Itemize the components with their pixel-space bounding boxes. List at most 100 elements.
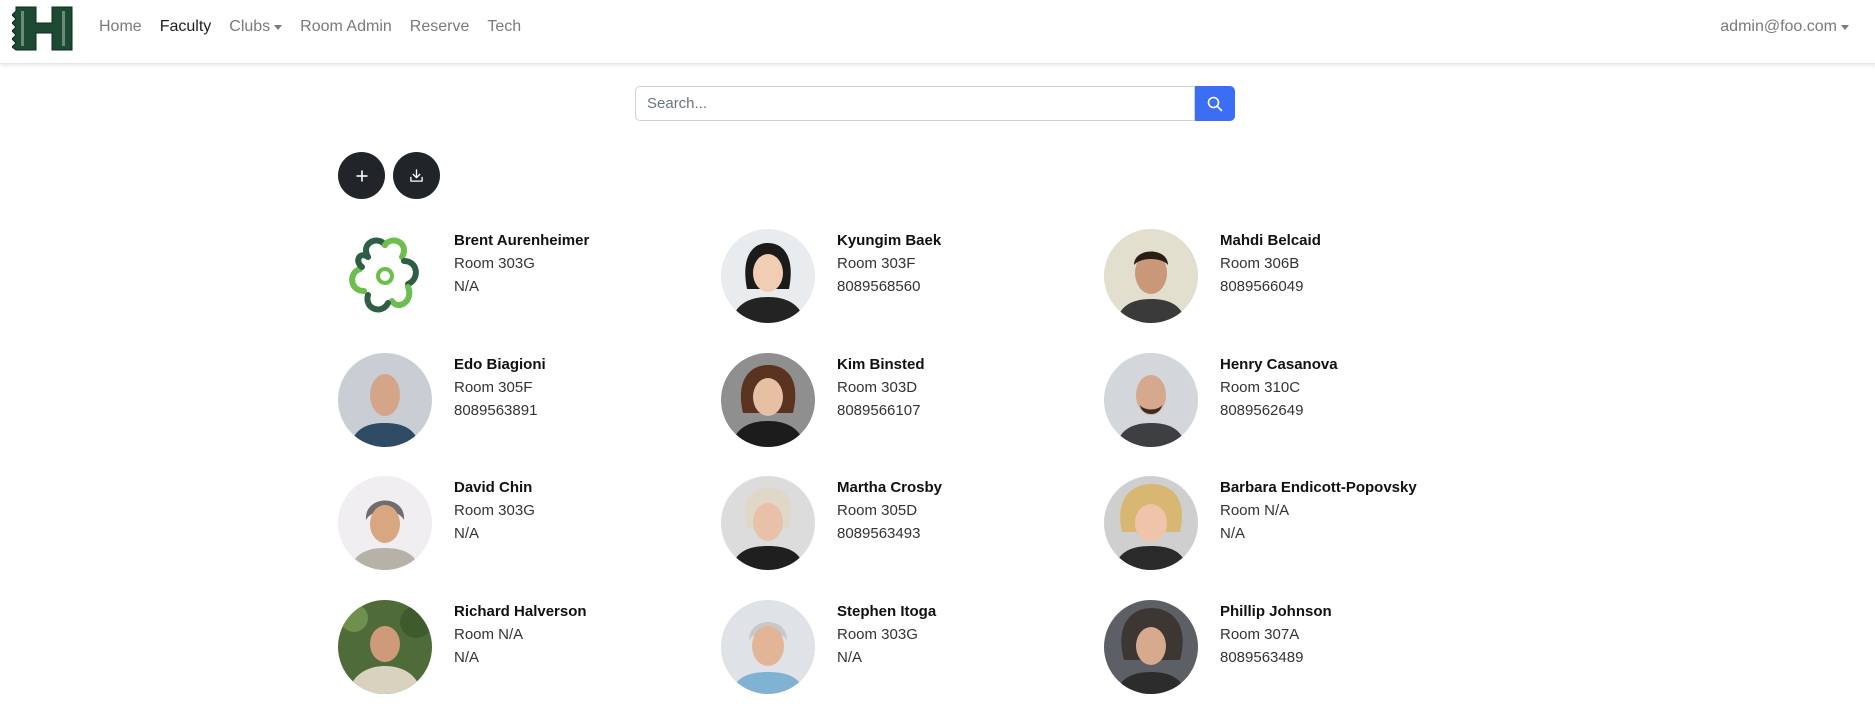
nav-item-home[interactable]: Home	[99, 18, 142, 36]
faculty-card[interactable]: Martha Crosby Room 305D 8089563493	[721, 476, 1101, 572]
avatar	[721, 353, 815, 447]
flower-logo-icon	[349, 237, 419, 313]
faculty-info: Martha Crosby Room 305D 8089563493	[837, 479, 942, 548]
faculty-phone: N/A	[1220, 525, 1246, 542]
faculty-phone: N/A	[454, 649, 480, 666]
faculty-info: David Chin Room 303G N/A	[454, 479, 535, 548]
faculty-name: Phillip Johnson	[1220, 603, 1332, 620]
person-photo	[721, 476, 815, 570]
person-photo	[338, 600, 432, 694]
faculty-name: Richard Halverson	[454, 603, 587, 620]
faculty-card[interactable]: David Chin Room 303G N/A	[338, 476, 718, 572]
person-photo	[721, 353, 815, 447]
faculty-card[interactable]: Henry Casanova Room 310C 8089562649	[1104, 353, 1484, 449]
plus-icon	[356, 170, 367, 181]
nav-item-reserve[interactable]: Reserve	[410, 18, 470, 36]
avatar	[1104, 600, 1198, 694]
faculty-card[interactable]: Brent Aurenheimer Room 303G N/A	[338, 229, 718, 325]
faculty-phone: 8089563489	[1220, 649, 1304, 666]
nav-item-label: Reserve	[409, 18, 470, 35]
faculty-card[interactable]: Kyungim Baek Room 303F 8089568560	[721, 229, 1101, 325]
faculty-card[interactable]: Stephen Itoga Room 303G N/A	[721, 600, 1101, 696]
nav-item-label: Clubs	[229, 18, 271, 35]
faculty-card[interactable]: Mahdi Belcaid Room 306B 8089566049	[1104, 229, 1484, 325]
caret-down-icon	[274, 24, 283, 30]
person-photo	[1104, 476, 1198, 570]
download-button[interactable]	[393, 152, 440, 199]
faculty-phone: 8089563891	[454, 402, 538, 419]
avatar	[338, 600, 432, 694]
add-faculty-button[interactable]	[338, 152, 385, 199]
user-email: admin@foo.com	[1720, 18, 1837, 35]
faculty-info: Mahdi Belcaid Room 306B 8089566049	[1220, 232, 1321, 301]
faculty-room: Room 303D	[837, 379, 918, 396]
faculty-phone: N/A	[837, 649, 863, 666]
faculty-phone: 8089563493	[837, 525, 921, 542]
faculty-name: Barbara Endicott-Popovsky	[1220, 479, 1417, 496]
nav-item-clubs[interactable]: Clubs	[229, 18, 283, 36]
faculty-phone: 8089568560	[837, 278, 921, 295]
faculty-room: Room 303G	[454, 502, 535, 519]
nav-item-room-admin[interactable]: Room Admin	[300, 18, 392, 36]
faculty-name: Brent Aurenheimer	[454, 232, 590, 249]
faculty-info: Kyungim Baek Room 303F 8089568560	[837, 232, 941, 301]
faculty-phone: 8089562649	[1220, 402, 1304, 419]
faculty-name: Henry Casanova	[1220, 356, 1338, 373]
faculty-room: Room 303G	[837, 626, 918, 643]
person-photo	[1104, 600, 1198, 694]
faculty-info: Phillip Johnson Room 307A 8089563489	[1220, 603, 1332, 672]
faculty-phone: N/A	[454, 525, 480, 542]
faculty-info: Brent Aurenheimer Room 303G N/A	[454, 232, 589, 301]
faculty-name: Stephen Itoga	[837, 603, 937, 620]
person-photo	[721, 229, 815, 323]
avatar	[1104, 229, 1198, 323]
faculty-info: Edo Biagioni Room 305F 8089563891	[454, 356, 546, 425]
search-icon	[1207, 96, 1223, 111]
faculty-name: Mahdi Belcaid	[1220, 232, 1321, 249]
search-input[interactable]	[635, 86, 1195, 121]
faculty-card[interactable]: Phillip Johnson Room 307A 8089563489	[1104, 600, 1484, 696]
faculty-info: Richard Halverson Room N/A N/A	[454, 603, 587, 672]
avatar	[721, 229, 815, 323]
search-button[interactable]	[1195, 86, 1235, 121]
nav-item-faculty[interactable]: Faculty	[160, 18, 212, 36]
nav-item-label: Tech	[487, 18, 522, 35]
faculty-info: Henry Casanova Room 310C 8089562649	[1220, 356, 1338, 425]
faculty-card[interactable]: Kim Binsted Room 303D 8089566107	[721, 353, 1101, 449]
nav-item-tech[interactable]: Tech	[487, 18, 521, 36]
nav-item-label: Home	[99, 18, 142, 35]
faculty-name: Kim Binsted	[837, 356, 925, 373]
logo-h-icon[interactable]	[11, 3, 76, 54]
download-icon	[410, 169, 423, 182]
faculty-phone: 8089566049	[1220, 278, 1304, 295]
avatar	[721, 476, 815, 570]
nav-item-label: Room Admin	[300, 18, 392, 35]
faculty-phone: N/A	[454, 278, 480, 295]
faculty-card[interactable]: Barbara Endicott-Popovsky Room N/A N/A	[1104, 476, 1484, 572]
faculty-card[interactable]: Edo Biagioni Room 305F 8089563891	[338, 353, 718, 449]
faculty-info: Kim Binsted Room 303D 8089566107	[837, 356, 925, 425]
faculty-room: Room 305F	[454, 379, 533, 396]
person-photo	[1104, 229, 1198, 323]
faculty-info: Barbara Endicott-Popovsky Room N/A N/A	[1220, 479, 1417, 548]
avatar	[338, 353, 432, 447]
avatar	[1104, 476, 1198, 570]
caret-down-icon	[1841, 24, 1849, 30]
person-photo	[721, 600, 815, 694]
avatar	[721, 600, 815, 694]
faculty-room: Room 305D	[837, 502, 918, 519]
person-photo	[338, 476, 432, 570]
nav-item-label: Faculty	[159, 18, 212, 35]
user-menu[interactable]: admin@foo.com	[1720, 0, 1849, 54]
faculty-name: Kyungim Baek	[837, 232, 942, 249]
faculty-name: David Chin	[454, 479, 533, 496]
person-photo	[338, 353, 432, 447]
faculty-card[interactable]: Richard Halverson Room N/A N/A	[338, 600, 718, 696]
faculty-room: Room 310C	[1220, 379, 1301, 396]
faculty-room: Room 306B	[1220, 255, 1300, 272]
search-bar	[635, 86, 1235, 122]
faculty-info: Stephen Itoga Room 303G N/A	[837, 603, 936, 672]
faculty-room: Room 303G	[454, 255, 535, 272]
faculty-room: Room 307A	[1220, 626, 1300, 643]
avatar	[338, 476, 432, 570]
